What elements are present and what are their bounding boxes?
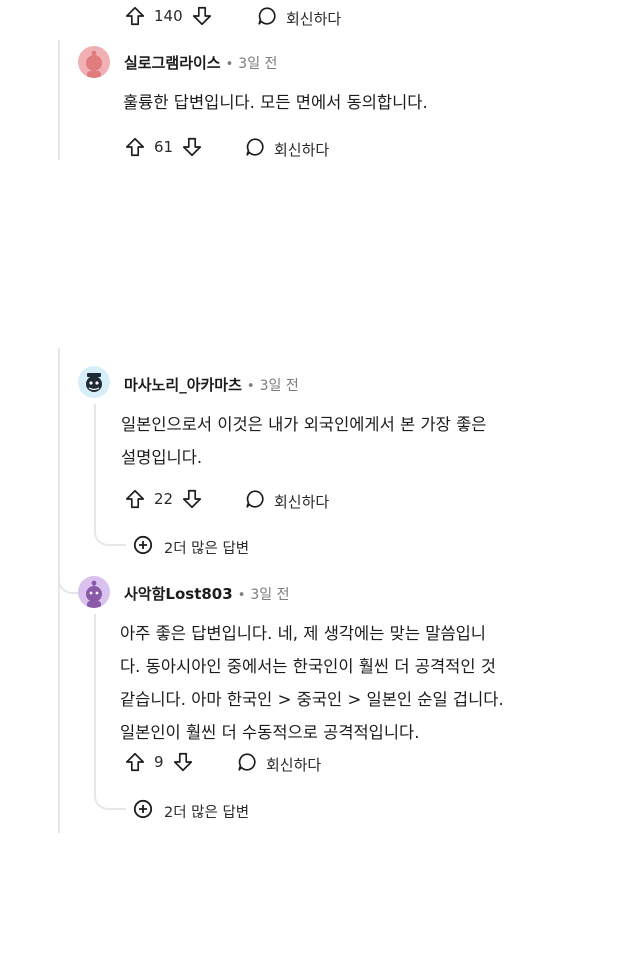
vote-count: 61	[154, 138, 174, 156]
plus-circle-icon	[133, 799, 164, 823]
timestamp: 3일 전	[238, 56, 278, 72]
more-replies-button[interactable]: 2더 많은 답변	[133, 535, 249, 559]
reply-button[interactable]: 회신하다	[236, 751, 321, 777]
downvote-icon[interactable]	[191, 5, 213, 27]
comment-meta: 마사노리_아카마츠 • 3일 전	[124, 374, 299, 395]
comment-text-line: 다. 동아시아인 중에서는 한국인이 훨씬 더 공격적인 것	[120, 657, 496, 676]
username[interactable]: 사악함Lost803	[124, 583, 233, 604]
comment-text-line: 훌륭한 답변입니다. 모든 면에서 동의합니다.	[123, 93, 428, 112]
reply-label: 회신하다	[274, 492, 330, 511]
more-replies-button[interactable]: 2더 많은 답변	[133, 799, 249, 823]
comment-body: 훌륭한 답변입니다. 모든 면에서 동의합니다.	[123, 86, 428, 119]
reply-thread-line	[94, 404, 96, 528]
avatar[interactable]	[78, 46, 110, 78]
comment-meta: 실로그램라이스 • 3일 전	[124, 52, 277, 73]
vote-count: 140	[154, 7, 183, 25]
reply-branch-line	[94, 520, 126, 546]
upvote-icon[interactable]	[124, 5, 146, 27]
thread-line	[58, 40, 60, 160]
upvote-icon[interactable]	[124, 488, 146, 510]
vote-bar-0: 140	[124, 5, 213, 27]
more-replies-label: 2더 많은 답변	[164, 540, 250, 557]
comment-text-line: 일본인이 훨씬 더 수동적으로 공격적입니다.	[120, 723, 420, 742]
vote-bar: 22	[124, 488, 203, 510]
comment-text-line: 아주 좋은 답변입니다. 네, 제 생각에는 맞는 말씀입니	[120, 624, 486, 643]
reply-thread-line	[94, 614, 96, 794]
vote-count: 9	[154, 753, 164, 771]
thread-line	[58, 348, 60, 833]
reply-branch-line	[58, 560, 80, 594]
avatar[interactable]	[78, 366, 110, 398]
separator-dot: •	[246, 379, 255, 394]
separator-dot: •	[225, 57, 234, 72]
comment-bubble-icon	[244, 488, 274, 514]
downvote-icon[interactable]	[172, 751, 194, 773]
vote-count: 22	[154, 490, 174, 508]
reply-button[interactable]: 회신하다	[244, 136, 329, 162]
comment-bubble-icon	[236, 751, 266, 777]
reply-label: 회신하다	[274, 140, 330, 159]
downvote-icon[interactable]	[181, 488, 203, 510]
timestamp: 3일 전	[250, 587, 290, 603]
reply-branch-line	[94, 786, 126, 810]
separator-dot: •	[237, 588, 246, 603]
comment-text-line: 설명입니다.	[121, 448, 203, 467]
upvote-icon[interactable]	[124, 751, 146, 773]
reply-label: 회신하다	[286, 9, 342, 28]
comment-bubble-icon	[244, 136, 274, 162]
plus-circle-icon	[133, 535, 164, 559]
comment-text-line: 일본인으로서 이것은 내가 외국인에게서 본 가장 좋은	[121, 415, 487, 434]
timestamp: 3일 전	[259, 378, 299, 394]
downvote-icon[interactable]	[181, 136, 203, 158]
reply-button[interactable]: 회신하다	[256, 5, 341, 31]
comment-body: 일본인으로서 이것은 내가 외국인에게서 본 가장 좋은 설명입니다.	[121, 408, 486, 474]
vote-bar: 61	[124, 136, 203, 158]
username[interactable]: 실로그램라이스	[124, 52, 221, 73]
reply-button[interactable]: 회신하다	[244, 488, 329, 514]
upvote-icon[interactable]	[124, 136, 146, 158]
comment-meta: 사악함Lost803 • 3일 전	[124, 583, 289, 604]
comment-bubble-icon	[256, 5, 286, 31]
comment-body: 아주 좋은 답변입니다. 네, 제 생각에는 맞는 말씀입니 다. 동아시아인 …	[120, 617, 504, 749]
avatar[interactable]	[78, 576, 110, 608]
username[interactable]: 마사노리_아카마츠	[124, 374, 242, 395]
vote-bar: 9	[124, 751, 194, 773]
comment-text-line: 같습니다. 아마 한국인 > 중국인 > 일본인 순일 겁니다.	[120, 690, 504, 709]
reply-label: 회신하다	[266, 755, 322, 774]
more-replies-label: 2더 많은 답변	[164, 804, 250, 821]
